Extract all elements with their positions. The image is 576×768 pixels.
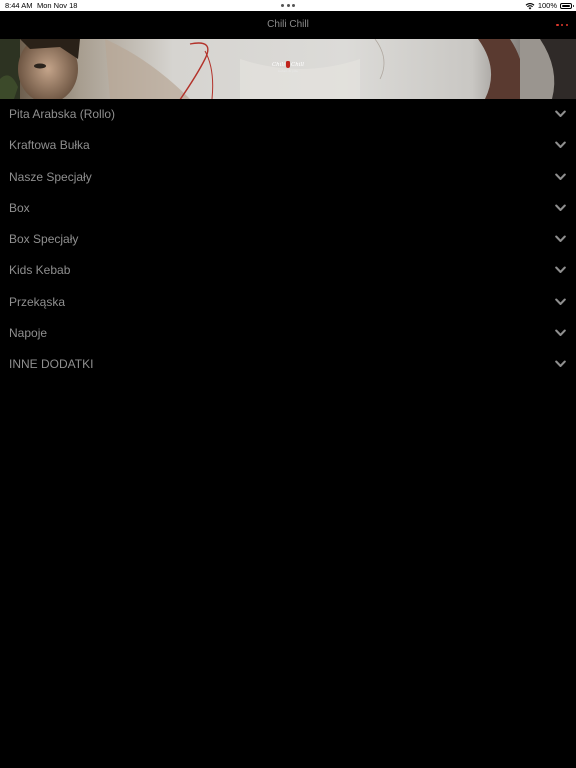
more-options-icon[interactable]	[556, 20, 568, 30]
battery-percentage: 100%	[537, 1, 557, 10]
multitasking-dots-icon[interactable]	[281, 0, 295, 11]
category-item-box[interactable]: Box	[0, 193, 576, 224]
category-item-nasze-specjaly[interactable]: Nasze Specjały	[0, 162, 576, 193]
category-item-przekaska[interactable]: Przekąska	[0, 287, 576, 318]
status-date: Mon Nov 18	[37, 1, 78, 10]
chevron-down-icon[interactable]	[555, 266, 566, 274]
battery-icon	[560, 2, 574, 9]
navigation-bar: Chili Chill	[0, 11, 576, 39]
wifi-icon	[525, 2, 535, 9]
chevron-down-icon[interactable]	[555, 204, 566, 212]
category-item-kids-kebab[interactable]: Kids Kebab	[0, 255, 576, 286]
status-indicators: 100%	[525, 0, 574, 11]
category-item-box-specjaly[interactable]: Box Specjały	[0, 224, 576, 255]
status-bar: 8:44 AM Mon Nov 18 100%	[0, 0, 576, 11]
chili-pepper-icon	[286, 61, 290, 68]
category-label: Kids Kebab	[9, 263, 71, 278]
chevron-down-icon[interactable]	[555, 360, 566, 368]
category-item-pita-arabska[interactable]: Pita Arabska (Rollo)	[0, 99, 576, 130]
category-label: Pita Arabska (Rollo)	[9, 107, 116, 121]
category-label: Box	[9, 200, 30, 215]
chevron-down-icon[interactable]	[555, 235, 566, 243]
app-screen: 8:44 AM Mon Nov 18 100% Chili Chill Chil…	[0, 0, 576, 768]
header-banner-image: Chili Chill kebab & pita	[0, 39, 576, 99]
chevron-down-icon[interactable]	[555, 329, 566, 337]
category-item-kraftowa-bulka[interactable]: Kraftowa Bułka	[0, 130, 576, 161]
page-title: Chili Chill	[267, 19, 309, 30]
menu-category-list: Pita Arabska (Rollo) Kraftowa Bułka Nasz…	[0, 99, 576, 381]
chevron-down-icon[interactable]	[555, 173, 566, 181]
category-label: Napoje	[9, 326, 48, 341]
chevron-down-icon[interactable]	[555, 110, 566, 118]
category-label: Przekąska	[9, 294, 66, 309]
chevron-down-icon[interactable]	[555, 141, 566, 149]
restaurant-logo: Chili Chill kebab & pita	[271, 61, 305, 73]
chevron-down-icon[interactable]	[555, 298, 566, 306]
category-label: INNE DODATKI	[9, 357, 94, 372]
category-label: Kraftowa Bułka	[9, 138, 90, 153]
category-item-napoje[interactable]: Napoje	[0, 318, 576, 349]
category-item-inne-dodatki[interactable]: INNE DODATKI	[0, 349, 576, 380]
category-label: Nasze Specjały	[9, 169, 92, 184]
status-time: 8:44 AM	[5, 1, 33, 10]
category-label: Box Specjały	[9, 232, 79, 247]
